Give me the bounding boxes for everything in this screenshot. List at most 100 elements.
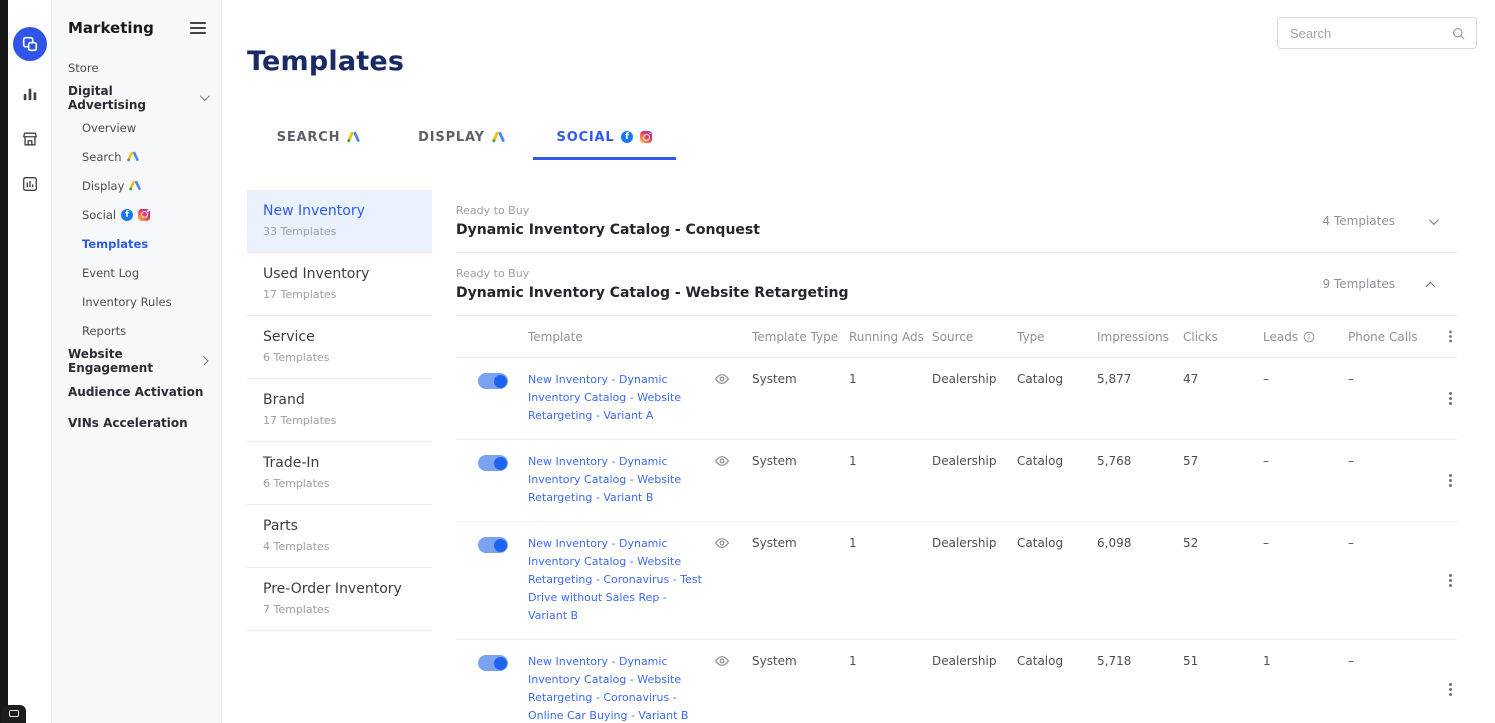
sidebar-item-website-engagement[interactable]: Website Engagement	[52, 345, 221, 376]
template-name-link[interactable]: New Inventory - Dynamic Inventory Catalo…	[528, 653, 706, 723]
preview-eye-icon[interactable]	[714, 537, 730, 549]
report-chart-icon[interactable]	[18, 172, 42, 196]
template-name-link[interactable]: New Inventory - Dynamic Inventory Catalo…	[528, 371, 706, 425]
category-list: New Inventory 33 Templates Used Inventor…	[247, 190, 432, 631]
app-logo-icon[interactable]	[13, 27, 47, 61]
template-row: New Inventory - Dynamic Inventory Catalo…	[456, 440, 1457, 522]
section-template-count: 4 Templates	[1323, 214, 1395, 228]
facebook-icon: f	[121, 209, 133, 221]
category-service[interactable]: Service 6 Templates	[247, 316, 432, 379]
sidebar-item-store[interactable]: Store	[52, 53, 221, 82]
col-header-source: Source	[932, 330, 1017, 344]
cell-template-type: System	[752, 535, 849, 552]
col-header-template: Template	[528, 330, 752, 344]
sidebar-item-templates[interactable]: Templates	[52, 229, 221, 258]
google-ads-icon	[492, 131, 505, 143]
section-template-count: 9 Templates	[1323, 277, 1395, 291]
template-row: New Inventory - Dynamic Inventory Catalo…	[456, 358, 1457, 440]
page-title: Templates	[247, 46, 1477, 77]
col-header-template-type: Template Type	[752, 330, 849, 344]
template-name-link[interactable]: New Inventory - Dynamic Inventory Catalo…	[528, 535, 706, 625]
cell-type: Catalog	[1017, 653, 1097, 670]
preview-eye-icon[interactable]	[714, 455, 730, 467]
sidebar-item-event-log[interactable]: Event Log	[52, 258, 221, 287]
chevron-down-icon	[200, 91, 210, 101]
table-menu-button[interactable]	[1449, 335, 1452, 338]
section-website-retargeting: Ready to Buy Dynamic Inventory Catalog -…	[456, 253, 1457, 316]
tab-display[interactable]: DISPLAY	[390, 117, 533, 160]
sidebar-item-inventory-rules[interactable]: Inventory Rules	[52, 287, 221, 316]
row-menu-button[interactable]	[1449, 688, 1452, 691]
cell-running-ads: 1	[849, 371, 932, 388]
section-title: Dynamic Inventory Catalog - Website Reta…	[456, 285, 849, 301]
cell-template-type: System	[752, 371, 849, 388]
sidebar-item-reports[interactable]: Reports	[52, 316, 221, 345]
sidebar-item-audience-activation[interactable]: Audience Activation	[52, 376, 221, 407]
category-pre-order-inventory[interactable]: Pre-Order Inventory 7 Templates	[247, 568, 432, 631]
template-name-link[interactable]: New Inventory - Dynamic Inventory Catalo…	[528, 453, 706, 507]
table-header-row: Template Template Type Running Ads Sourc…	[456, 316, 1457, 358]
chevron-right-icon	[199, 356, 208, 365]
cell-impressions: 5,768	[1097, 453, 1183, 470]
section-eyebrow: Ready to Buy	[456, 204, 760, 217]
col-header-running-ads: Running Ads	[849, 330, 932, 344]
cell-phone-calls: –	[1348, 371, 1443, 388]
row-menu-button[interactable]	[1449, 579, 1452, 582]
template-enabled-toggle[interactable]	[478, 537, 508, 553]
category-brand[interactable]: Brand 17 Templates	[247, 379, 432, 442]
tab-bar: SEARCH DISPLAY SOCIAL f	[247, 117, 1495, 160]
cell-source: Dealership	[932, 453, 1017, 470]
row-menu-button[interactable]	[1449, 479, 1452, 482]
cell-clicks: 47	[1183, 371, 1263, 388]
cell-leads: 1	[1263, 653, 1348, 670]
sidebar-item-social[interactable]: Socialf	[52, 200, 221, 229]
cell-phone-calls: –	[1348, 453, 1443, 470]
widget-icon	[9, 710, 19, 717]
cell-impressions: 5,877	[1097, 371, 1183, 388]
expand-section-button[interactable]	[1421, 210, 1443, 232]
category-trade-in[interactable]: Trade-In 6 Templates	[247, 442, 432, 505]
collapse-section-button[interactable]	[1421, 273, 1443, 295]
category-used-inventory[interactable]: Used Inventory 17 Templates	[247, 253, 432, 316]
tab-social[interactable]: SOCIAL f	[533, 117, 676, 160]
tab-search[interactable]: SEARCH	[247, 117, 390, 160]
facebook-icon: f	[621, 131, 633, 143]
templates-content: New Inventory 33 Templates Used Inventor…	[247, 190, 1457, 723]
sidebar-item-overview[interactable]: Overview	[52, 113, 221, 142]
section-title: Dynamic Inventory Catalog - Conquest	[456, 222, 760, 238]
cell-impressions: 5,718	[1097, 653, 1183, 670]
sidebar-item-vins-acceleration[interactable]: VINs Acceleration	[52, 407, 221, 438]
col-header-leads: Leads	[1263, 330, 1348, 344]
template-sections: Ready to Buy Dynamic Inventory Catalog -…	[456, 190, 1457, 723]
menu-toggle-icon[interactable]	[190, 22, 206, 34]
cell-type: Catalog	[1017, 535, 1097, 552]
preview-eye-icon[interactable]	[714, 373, 730, 385]
search-icon[interactable]	[1451, 26, 1466, 41]
col-header-impressions: Impressions	[1097, 330, 1183, 344]
category-new-inventory[interactable]: New Inventory 33 Templates	[247, 190, 432, 253]
sidebar-header: Marketing	[52, 0, 221, 53]
template-row: New Inventory - Dynamic Inventory Catalo…	[456, 522, 1457, 640]
category-parts[interactable]: Parts 4 Templates	[247, 505, 432, 568]
sidebar-item-display[interactable]: Display	[52, 171, 221, 200]
search-input[interactable]	[1290, 26, 1451, 41]
cell-leads: –	[1263, 535, 1348, 552]
template-enabled-toggle[interactable]	[478, 373, 508, 389]
info-icon[interactable]	[1303, 331, 1315, 343]
preview-eye-icon[interactable]	[714, 655, 730, 667]
instagram-icon	[640, 131, 652, 143]
template-enabled-toggle[interactable]	[478, 655, 508, 671]
page-header: Templates	[222, 0, 1495, 77]
sidebar-item-search[interactable]: Search	[52, 142, 221, 171]
app-root: Marketing Store Digital Advertising Over…	[0, 0, 1495, 723]
template-enabled-toggle[interactable]	[478, 455, 508, 471]
storefront-icon[interactable]	[18, 127, 42, 151]
bottom-left-widget[interactable]	[2, 705, 26, 723]
cell-phone-calls: –	[1348, 653, 1443, 670]
row-menu-button[interactable]	[1449, 397, 1452, 400]
sidebar-item-digital-advertising[interactable]: Digital Advertising	[52, 82, 221, 113]
cell-clicks: 57	[1183, 453, 1263, 470]
cell-template-type: System	[752, 453, 849, 470]
cell-template-type: System	[752, 653, 849, 670]
analytics-bars-icon[interactable]	[18, 82, 42, 106]
